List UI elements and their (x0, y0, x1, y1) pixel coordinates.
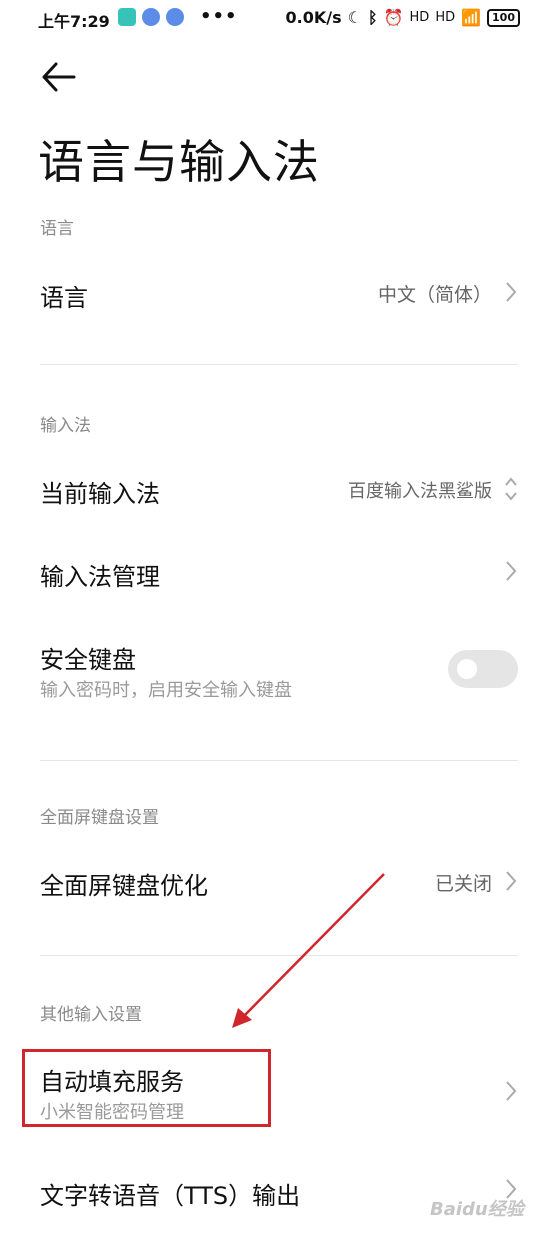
back-button[interactable] (40, 60, 80, 94)
more-notifications-icon: ••• (200, 6, 238, 27)
baidu-watermark: Baidu经验 (430, 1199, 524, 1220)
notification-icons (118, 8, 184, 26)
chevron-right-icon (506, 1081, 517, 1101)
battery-icon: 100 (487, 8, 520, 27)
row-value: 已关闭 (434, 873, 492, 895)
network-speed: 0.0K/s (285, 8, 342, 27)
row-fullscreen-optimize[interactable]: 全面屏键盘优化 已关闭 (0, 840, 556, 924)
row-subtitle: 输入密码时，启用安全输入键盘 (40, 680, 292, 701)
section-label-fullscreen: 全面屏键盘设置 (40, 808, 159, 828)
section-label-input-method: 输入法 (40, 416, 91, 436)
row-current-input-method[interactable]: 当前输入法 百度输入法黑鲨版 (0, 448, 556, 532)
row-tts-output[interactable]: 文字转语音（TTS）输出 (0, 1150, 556, 1234)
divider (40, 955, 518, 956)
divider (40, 760, 518, 761)
section-label-language: 语言 (40, 219, 74, 239)
toggle-knob (457, 659, 477, 679)
row-value: 中文（简体） (377, 284, 492, 306)
status-right: 0.0K/s ☾ ᛒ ⏰ HD HD 📶 100 (286, 8, 520, 27)
signal-icon-2: HD (435, 10, 456, 25)
row-language[interactable]: 语言 中文（简体） (0, 250, 556, 334)
secure-keyboard-toggle[interactable] (448, 650, 518, 688)
signal-icon: HD (409, 10, 430, 25)
back-arrow-icon (42, 62, 76, 92)
clock-app-icon-2 (166, 8, 184, 26)
row-title: 当前输入法 (40, 480, 160, 508)
chevron-up-down-icon (505, 477, 517, 501)
bluetooth-icon: ᛒ (367, 8, 378, 27)
clock-app-icon (142, 8, 160, 26)
chevron-right-icon (506, 561, 517, 581)
row-input-method-manage[interactable]: 输入法管理 (0, 532, 556, 616)
row-title: 语言 (40, 284, 88, 312)
message-app-icon (118, 8, 136, 26)
row-title: 安全键盘 (40, 646, 136, 674)
page-title: 语言与输入法 (38, 135, 320, 189)
divider (40, 364, 518, 365)
wifi-icon: 📶 (461, 8, 482, 27)
row-title: 全面屏键盘优化 (40, 872, 208, 900)
row-title: 文字转语音（TTS）输出 (40, 1182, 301, 1210)
chevron-right-icon (506, 282, 517, 302)
status-time: 上午7:29 (38, 12, 110, 31)
chevron-right-icon (506, 871, 517, 891)
annotation-highlight-box (22, 1049, 271, 1127)
section-label-other: 其他输入设置 (40, 1005, 142, 1025)
status-bar: 上午7:29 ••• 0.0K/s ☾ ᛒ ⏰ HD HD 📶 100 (0, 0, 556, 36)
row-value: 百度输入法黑鲨版 (348, 481, 492, 502)
alarm-icon: ⏰ (383, 8, 404, 27)
row-title: 输入法管理 (40, 563, 160, 591)
moon-icon: ☾ (347, 8, 362, 27)
